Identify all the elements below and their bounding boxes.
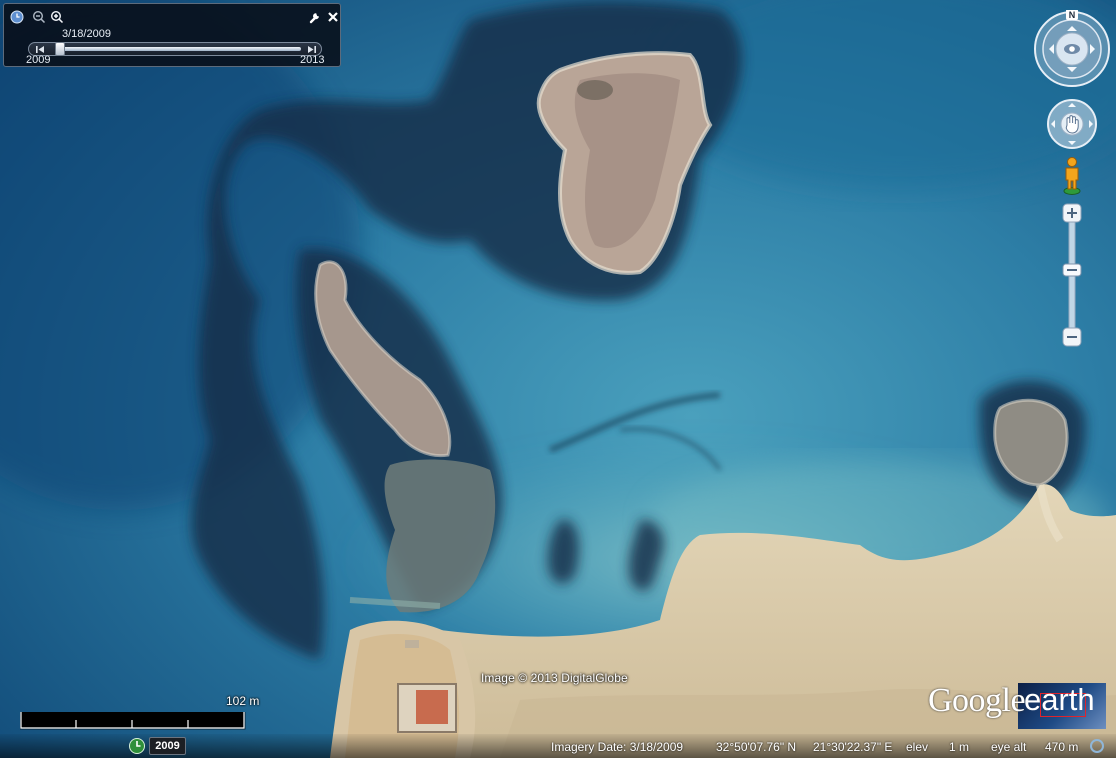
look-navigation-ring[interactable]: N	[1033, 10, 1111, 88]
eye-altitude-value: 470 m	[1045, 740, 1079, 754]
latitude: 32°50'07.76" N	[716, 740, 797, 754]
end-year-label: 2013	[300, 54, 325, 66]
clock-icon[interactable]	[10, 10, 24, 24]
pegman-icon[interactable]	[1061, 156, 1083, 196]
time-slider-panel: 3/18/2009 2009 2013	[3, 3, 341, 67]
zoom-out-icon[interactable]	[32, 10, 46, 24]
google-earth-logo: Google earth	[928, 682, 1108, 730]
step-forward-icon[interactable]	[307, 45, 317, 54]
imagery-date: Imagery Date: 3/18/2009	[551, 740, 684, 754]
imagery-copyright: Image © 2013 DigitalGlobe	[481, 671, 628, 685]
time-slider-track[interactable]	[28, 42, 322, 56]
close-icon[interactable]	[326, 10, 340, 24]
time-slider-rail	[55, 47, 301, 51]
time-slider-thumb[interactable]	[54, 42, 65, 56]
elevation-value: 1 m	[949, 740, 970, 754]
compass-north-label: N	[1069, 10, 1076, 20]
satellite-map[interactable]	[0, 0, 1116, 758]
move-navigation-ring[interactable]	[1046, 98, 1098, 150]
zoom-plus-icon[interactable]	[1062, 203, 1082, 223]
scale-label: 102 m	[226, 694, 260, 708]
zoom-minus-icon[interactable]	[1062, 327, 1082, 347]
scale-bar	[20, 712, 246, 730]
eye-altitude-label: eye alt	[991, 740, 1027, 754]
logo-earth-text: earth	[1024, 682, 1095, 717]
look-around-icon[interactable]	[1064, 44, 1080, 54]
step-back-icon[interactable]	[35, 45, 45, 54]
start-year-label: 2009	[26, 54, 51, 66]
longitude: 21°30'22.37" E	[813, 740, 893, 754]
zoom-slider[interactable]	[1061, 202, 1083, 350]
imagery-year-chip[interactable]: 2009	[149, 737, 186, 755]
wrench-icon[interactable]	[308, 10, 322, 24]
zoom-thumb[interactable]	[1062, 263, 1082, 277]
selected-date-label: 3/18/2009	[62, 28, 111, 40]
logo-google-text: Google	[928, 682, 1026, 719]
elevation-label: elev	[906, 740, 929, 754]
historical-imagery-icon[interactable]	[128, 737, 146, 755]
streaming-status-icon	[1090, 739, 1104, 753]
zoom-in-icon[interactable]	[50, 10, 64, 24]
